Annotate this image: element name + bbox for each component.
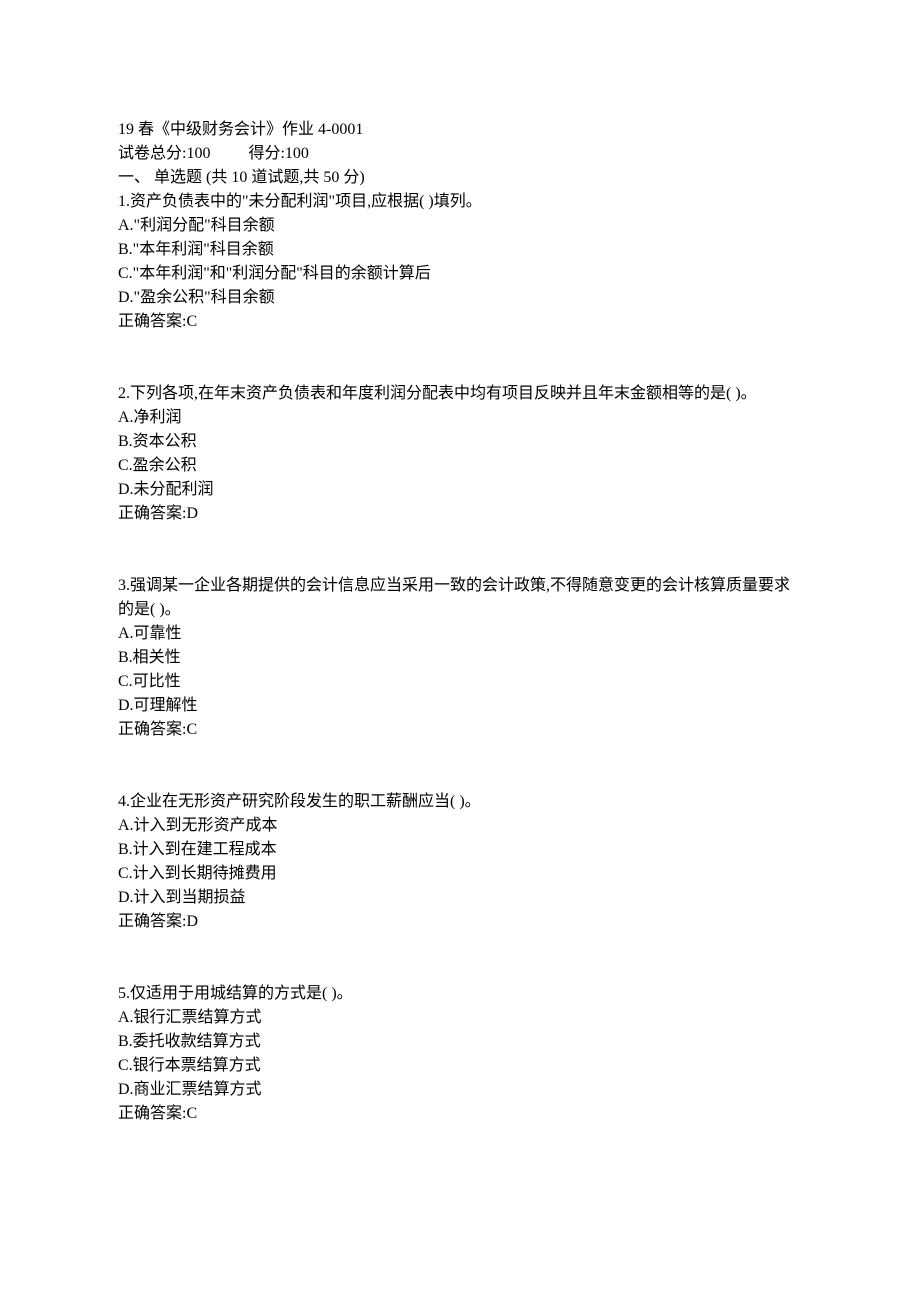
question-option: C.银行本票结算方式 <box>118 1054 802 1078</box>
correct-answer: 正确答案:C <box>118 310 802 334</box>
question-option: B.资本公积 <box>118 430 802 454</box>
question-option: C.盈余公积 <box>118 454 802 478</box>
question-option: C.计入到长期待摊费用 <box>118 862 802 886</box>
question-option: D.计入到当期损益 <box>118 886 802 910</box>
question-option: C."本年利润"和"利润分配"科目的余额计算后 <box>118 262 802 286</box>
question-stem: 3.强调某一企业各期提供的会计信息应当采用一致的会计政策,不得随意变更的会计核算… <box>118 574 802 622</box>
question-option: A.计入到无形资产成本 <box>118 814 802 838</box>
score-label: 得分:100 <box>248 142 308 166</box>
total-score-label: 试卷总分:100 <box>118 142 210 166</box>
question-stem: 5.仅适用于用城结算的方式是( )。 <box>118 982 802 1006</box>
question-option: D.可理解性 <box>118 694 802 718</box>
correct-answer: 正确答案:C <box>118 718 802 742</box>
question-stem: 2.下列各项,在年末资产负债表和年度利润分配表中均有项目反映并且年末金额相等的是… <box>118 382 802 406</box>
correct-answer: 正确答案:D <box>118 502 802 526</box>
correct-answer: 正确答案:C <box>118 1102 802 1126</box>
question-option: D."盈余公积"科目余额 <box>118 286 802 310</box>
question-option: D.商业汇票结算方式 <box>118 1078 802 1102</box>
question-block: 3.强调某一企业各期提供的会计信息应当采用一致的会计政策,不得随意变更的会计核算… <box>118 574 802 742</box>
question-option: A."利润分配"科目余额 <box>118 214 802 238</box>
question-option: D.未分配利润 <box>118 478 802 502</box>
document-title: 19 春《中级财务会计》作业 4-0001 <box>118 118 802 142</box>
question-block: 2.下列各项,在年末资产负债表和年度利润分配表中均有项目反映并且年末金额相等的是… <box>118 382 802 526</box>
section-header: 一、 单选题 (共 10 道试题,共 50 分) <box>118 166 802 190</box>
question-block: 4.企业在无形资产研究阶段发生的职工薪酬应当( )。 A.计入到无形资产成本 B… <box>118 790 802 934</box>
question-stem: 4.企业在无形资产研究阶段发生的职工薪酬应当( )。 <box>118 790 802 814</box>
question-option: B."本年利润"科目余额 <box>118 238 802 262</box>
question-option: A.可靠性 <box>118 622 802 646</box>
question-option: B.委托收款结算方式 <box>118 1030 802 1054</box>
question-option: A.净利润 <box>118 406 802 430</box>
question-block: 5.仅适用于用城结算的方式是( )。 A.银行汇票结算方式 B.委托收款结算方式… <box>118 982 802 1126</box>
question-option: C.可比性 <box>118 670 802 694</box>
document-header: 19 春《中级财务会计》作业 4-0001 试卷总分:100 得分:100 一、 … <box>118 118 802 190</box>
correct-answer: 正确答案:D <box>118 910 802 934</box>
score-line: 试卷总分:100 得分:100 <box>118 142 802 166</box>
question-option: A.银行汇票结算方式 <box>118 1006 802 1030</box>
question-block: 1.资产负债表中的"未分配利润"项目,应根据( )填列。 A."利润分配"科目余… <box>118 190 802 334</box>
question-option: B.计入到在建工程成本 <box>118 838 802 862</box>
question-option: B.相关性 <box>118 646 802 670</box>
question-stem: 1.资产负债表中的"未分配利润"项目,应根据( )填列。 <box>118 190 802 214</box>
